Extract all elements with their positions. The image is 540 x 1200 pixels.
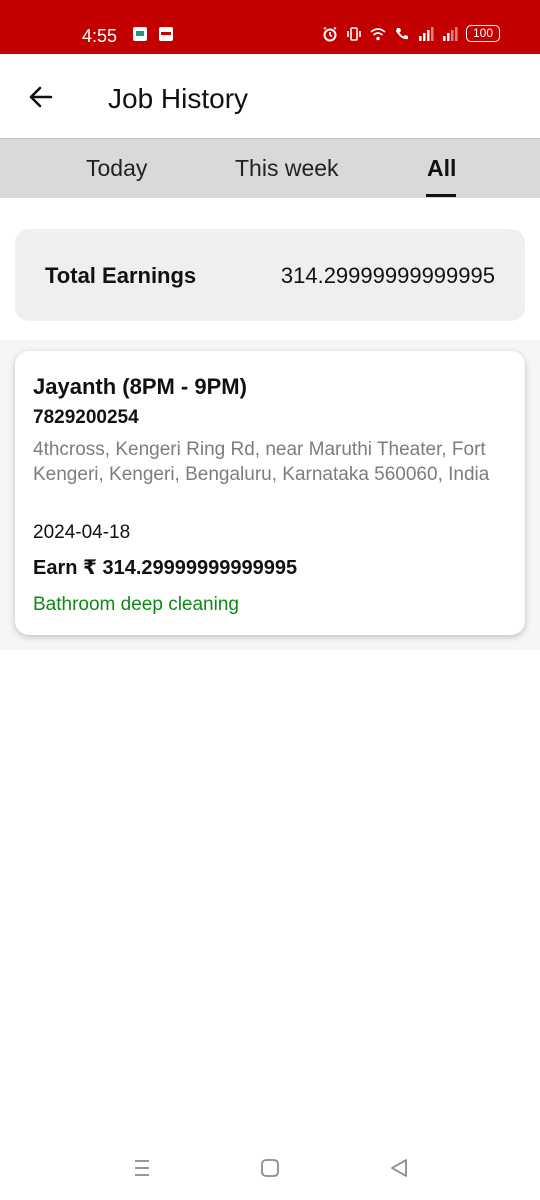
job-address: 4thcross, Kengeri Ring Rd, near Maruthi … xyxy=(33,439,490,485)
total-earnings-value: 314.29999999999995 xyxy=(280,263,495,288)
alarm-icon xyxy=(323,26,337,41)
total-earnings-label: Total Earnings xyxy=(45,263,197,288)
gallery-notification-icon xyxy=(133,27,147,41)
status-time: 4:55 xyxy=(82,26,118,46)
tab-this-week[interactable]: This week xyxy=(235,154,339,182)
signal-2-icon xyxy=(443,26,458,41)
status-right-icons: 100 xyxy=(322,25,500,42)
job-date: 2024-04-18 xyxy=(33,522,131,543)
signal-1-icon xyxy=(419,26,434,41)
job-customer-title: Jayanth (8PM - 9PM) xyxy=(33,374,247,399)
arrow-left-icon xyxy=(29,86,53,108)
job-service-name: Bathroom deep cleaning xyxy=(33,594,239,615)
tab-all[interactable]: All xyxy=(427,154,456,182)
vibrate-icon xyxy=(347,26,361,41)
back-button[interactable] xyxy=(24,80,58,114)
status-bar: 4:55 100 xyxy=(0,0,540,54)
notification-icons xyxy=(133,27,173,41)
tab-today[interactable]: Today xyxy=(86,154,147,182)
job-card[interactable]: Jayanth (8PM - 9PM) 7829200254 4thcross,… xyxy=(15,351,525,635)
selected-tab-indicator xyxy=(426,194,456,197)
page-title: Job History xyxy=(108,83,249,114)
job-phone-number: 7829200254 xyxy=(33,407,139,428)
total-earnings-card: Total Earnings 314.29999999999995 xyxy=(15,229,525,321)
back-icon[interactable] xyxy=(387,1156,411,1180)
app-notification-icon xyxy=(159,27,173,41)
system-nav-bar xyxy=(0,1140,540,1200)
home-icon[interactable] xyxy=(258,1156,282,1180)
volte-call-icon xyxy=(396,27,408,39)
wifi-icon xyxy=(370,27,386,40)
battery-icon: 100 xyxy=(466,25,500,42)
job-earning: Earn ₹ 314.29999999999995 xyxy=(33,557,298,579)
menu-icon[interactable] xyxy=(130,1156,154,1180)
tab-bar: Today This week All xyxy=(0,138,540,198)
app-bar: Job History xyxy=(0,54,540,138)
